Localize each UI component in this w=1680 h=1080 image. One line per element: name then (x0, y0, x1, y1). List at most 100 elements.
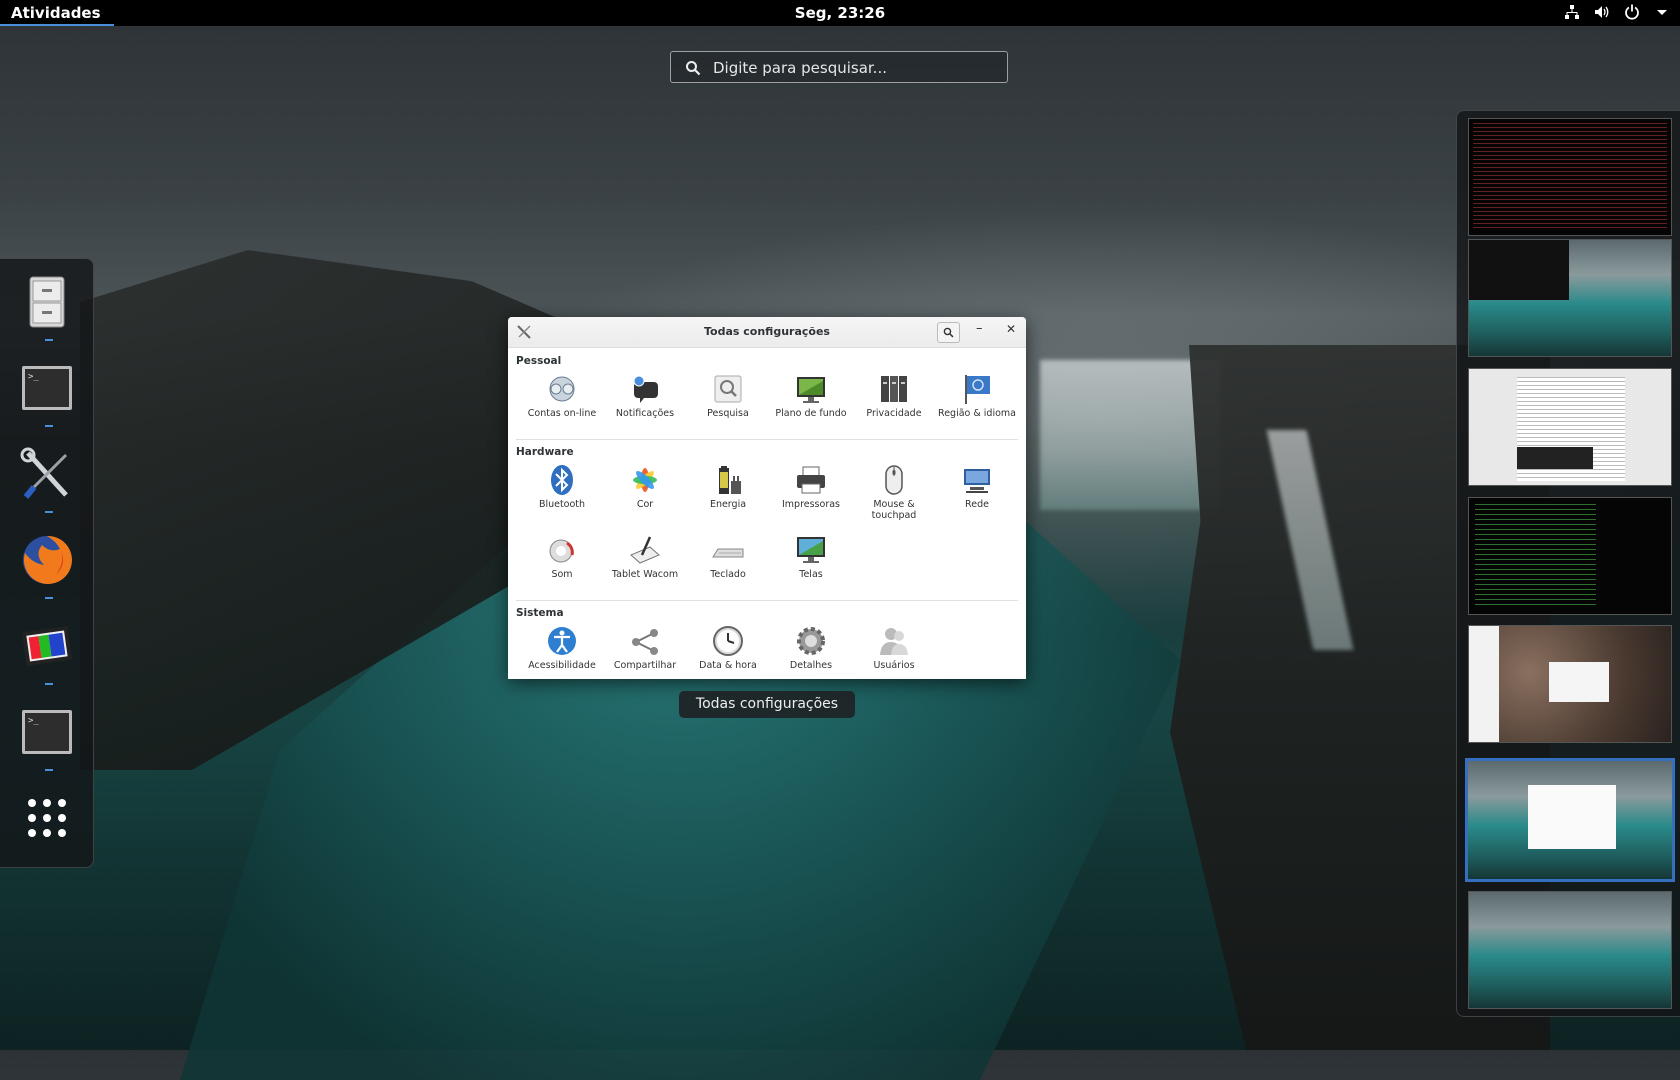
settings-item-privacy[interactable]: Privacidade (853, 372, 935, 419)
item-label: Energia (709, 499, 747, 510)
tools-icon (517, 325, 531, 339)
close-button[interactable]: ✕ (1006, 322, 1016, 336)
item-label: Cor (636, 499, 654, 510)
settings-item-details[interactable]: Detalhes (770, 624, 852, 671)
settings-item-power[interactable]: Energia (687, 463, 769, 510)
tablet-icon (630, 536, 660, 564)
workspace-thumbnail-6-active[interactable] (1465, 758, 1675, 882)
keyboard-icon (712, 548, 744, 558)
item-label: Região & idioma (938, 408, 1016, 419)
settings-item-search[interactable]: Pesquisa (687, 372, 769, 419)
clock-icon (713, 626, 743, 656)
section-title: Pessoal (516, 355, 562, 367)
activities-button[interactable]: Atividades (11, 4, 101, 22)
power-icon[interactable] (1624, 4, 1640, 24)
item-label: Rede (965, 499, 989, 510)
workspace-thumbnail-1[interactable] (1468, 118, 1672, 236)
svg-text:>_: >_ (28, 716, 39, 726)
gear-icon (797, 627, 825, 655)
settings-item-online-accounts[interactable]: Contas on-line (521, 372, 603, 419)
search-settings-icon (714, 375, 742, 403)
network-icon[interactable] (1564, 4, 1580, 24)
search-box[interactable] (670, 51, 1008, 84)
settings-item-background[interactable]: Plano de fundo (770, 372, 852, 419)
dash: >_ >_ (0, 258, 94, 868)
printer-icon (797, 466, 825, 494)
running-indicator (45, 683, 53, 685)
bluetooth-icon (551, 465, 573, 495)
item-label: Compartilhar (613, 660, 677, 671)
sound-icon (549, 539, 574, 563)
tools-icon (20, 447, 68, 499)
settings-item-mouse[interactable]: Mouse & touchpad (853, 463, 935, 521)
dash-firefox[interactable] (14, 527, 80, 599)
settings-item-keyboard[interactable]: Teclado (687, 533, 769, 580)
network-settings-icon (964, 469, 990, 493)
clock-label[interactable]: Seg, 23:26 (795, 4, 885, 22)
running-indicator (45, 597, 53, 599)
item-label: Detalhes (789, 660, 833, 671)
mouse-icon (885, 465, 903, 495)
settings-item-accessibility[interactable]: Acessibilidade (521, 624, 603, 671)
minimize-button[interactable]: – (976, 321, 983, 336)
background-icon (797, 377, 825, 403)
notifications-icon (633, 375, 658, 403)
item-label: Plano de fundo (775, 408, 847, 419)
settings-item-notifications[interactable]: Notificações (604, 372, 686, 419)
accessibility-icon (548, 627, 576, 655)
search-icon (686, 61, 701, 76)
menu-arrow-icon[interactable] (1654, 4, 1670, 24)
firefox-icon (23, 535, 72, 584)
users-icon (880, 628, 908, 655)
dash-files[interactable] (14, 269, 80, 341)
image-viewer-icon (21, 625, 73, 667)
running-indicator (45, 511, 53, 513)
item-label: Som (551, 569, 573, 580)
running-indicator (45, 339, 53, 341)
dash-terminal[interactable]: >_ (14, 355, 80, 427)
dash-show-apps[interactable] (14, 785, 80, 857)
workspace-thumbnail-3[interactable] (1468, 368, 1672, 486)
settings-item-wacom[interactable]: Tablet Wacom (604, 533, 686, 580)
settings-item-region[interactable]: Região & idioma (936, 372, 1018, 419)
settings-item-sound[interactable]: Som (521, 533, 603, 580)
files-icon (29, 276, 65, 328)
show-apps-icon (28, 799, 66, 837)
workspace-thumbnail-4[interactable] (1468, 497, 1672, 615)
workspace-thumbnail-5[interactable] (1468, 625, 1672, 743)
running-indicator (45, 769, 53, 771)
item-label: Contas on-line (527, 408, 597, 419)
workspace-thumbnail-2[interactable] (1468, 239, 1672, 357)
settings-item-printers[interactable]: Impressoras (770, 463, 852, 510)
settings-item-color[interactable]: Cor (604, 463, 686, 510)
dash-settings[interactable] (14, 441, 80, 513)
workspace-thumbnail-7[interactable] (1468, 891, 1672, 1009)
window-search-button[interactable] (937, 322, 960, 343)
running-indicator (45, 425, 53, 427)
item-label: Data & hora (699, 660, 757, 671)
color-icon (633, 468, 657, 492)
settings-item-sharing[interactable]: Compartilhar (604, 624, 686, 671)
online-accounts-icon (549, 376, 575, 402)
item-label: Telas (799, 569, 823, 580)
settings-item-bluetooth[interactable]: Bluetooth (521, 463, 603, 510)
settings-item-network[interactable]: Rede (936, 463, 1018, 510)
item-label: Pesquisa (707, 408, 749, 419)
search-input[interactable] (711, 52, 1005, 84)
settings-item-users[interactable]: Usuários (853, 624, 935, 671)
settings-item-datetime[interactable]: Data & hora (687, 624, 769, 671)
share-icon (632, 629, 658, 655)
dash-image-viewer[interactable] (14, 613, 80, 685)
volume-icon[interactable] (1594, 4, 1610, 24)
window-titlebar[interactable]: Todas configurações – ✕ (508, 317, 1026, 348)
item-label: Mouse & touchpad (871, 499, 917, 521)
dash-terminal-2[interactable]: >_ (14, 699, 80, 771)
system-tray[interactable] (1564, 4, 1670, 24)
flag-icon (965, 375, 990, 404)
item-label: Teclado (710, 569, 746, 580)
section-title: Hardware (516, 446, 574, 458)
item-label: Tablet Wacom (611, 569, 679, 580)
battery-icon (719, 466, 741, 494)
settings-window[interactable]: Todas configurações – ✕ Pessoal Contas o… (508, 317, 1026, 679)
settings-item-displays[interactable]: Telas (770, 533, 852, 580)
